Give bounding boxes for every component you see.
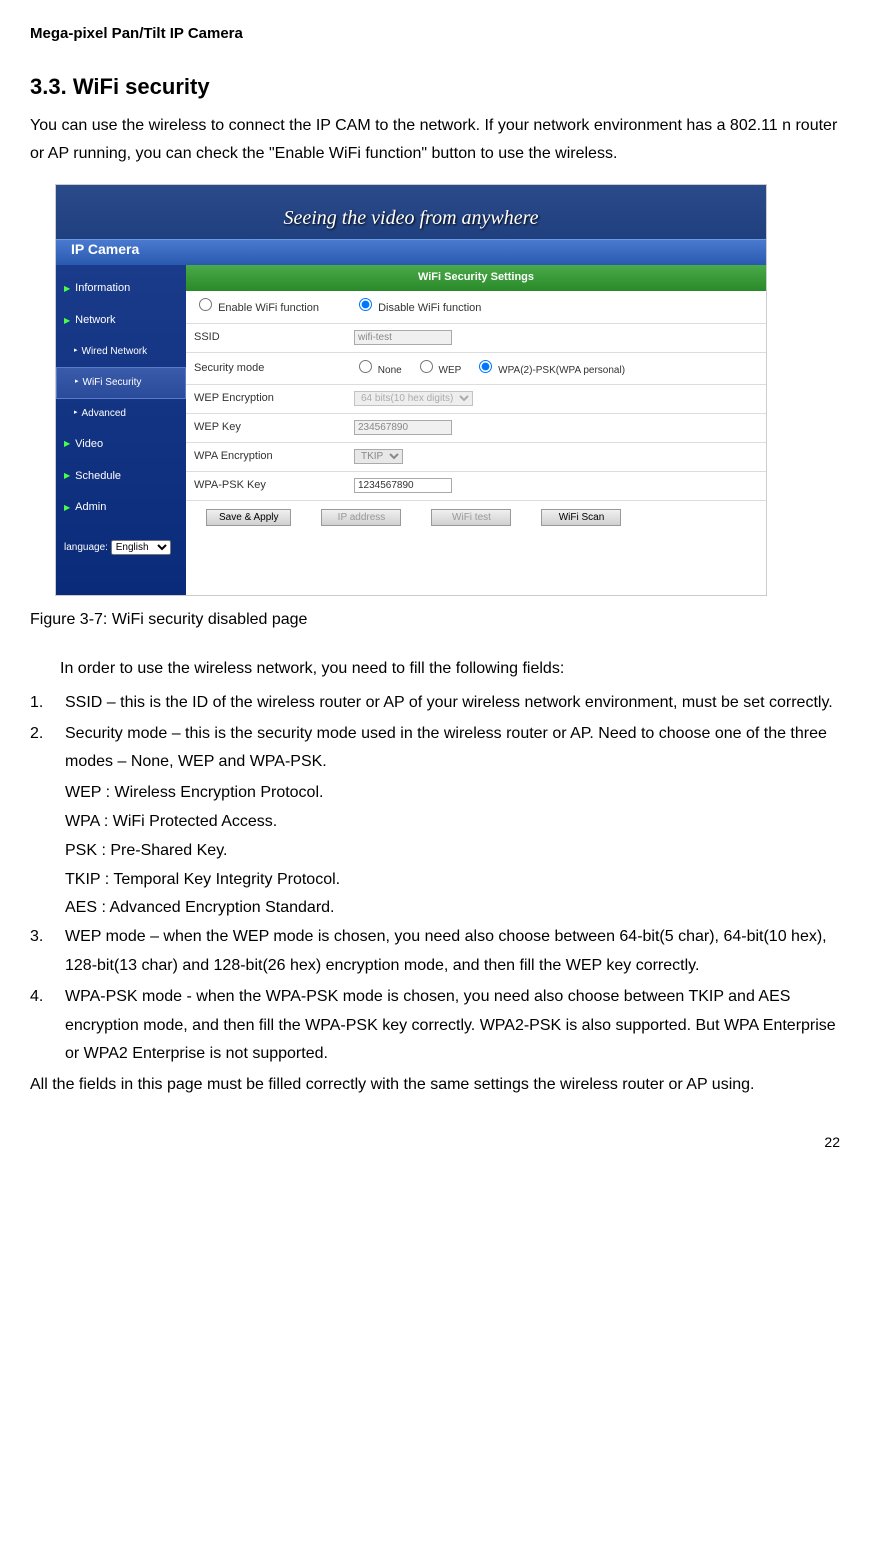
enable-radio[interactable]	[199, 298, 212, 311]
figure-caption: Figure 3-7: WiFi security disabled page	[30, 606, 840, 635]
arrow-icon: ▸	[74, 407, 78, 420]
wifi-test-button[interactable]: WiFi test	[431, 509, 511, 526]
wep-encryption-select[interactable]: 64 bits(10 hex digits)	[354, 391, 473, 406]
wep-encryption-label: WEP Encryption	[194, 389, 354, 409]
wpa-psk-key-input[interactable]	[354, 478, 452, 493]
content-panel: WiFi Security Settings Enable WiFi funct…	[186, 265, 766, 595]
radio-wep[interactable]: WEP	[415, 365, 462, 376]
content-header: WiFi Security Settings	[186, 265, 766, 291]
list-item-4: 4. WPA-PSK mode - when the WPA-PSK mode …	[30, 983, 840, 1069]
ssid-label: SSID	[194, 328, 354, 348]
sidebar-label: Admin	[75, 498, 106, 518]
security-mode-row: Security mode None WEP WPA(2)-PSK(WPA pe…	[186, 353, 766, 386]
wpa-psk-key-label: WPA-PSK Key	[194, 476, 354, 496]
sidebar-label: Network	[75, 311, 115, 331]
sidebar-item-video[interactable]: ▶ Video	[56, 429, 186, 461]
arrow-icon: ▶	[64, 469, 70, 483]
sidebar-label: Video	[75, 435, 103, 455]
arrow-icon: ▶	[64, 282, 70, 296]
save-apply-button[interactable]: Save & Apply	[206, 509, 291, 526]
arrow-icon: ▸	[74, 345, 78, 358]
radio-none[interactable]: None	[354, 365, 402, 376]
sidebar-label: WiFi Security	[83, 374, 142, 392]
button-row: Save & Apply IP address WiFi test WiFi S…	[186, 501, 766, 534]
definition-psk: PSK : Pre-Shared Key.	[65, 837, 840, 866]
item-number: 2.	[30, 720, 65, 778]
ip-address-button[interactable]: IP address	[321, 509, 401, 526]
wpa-psk-key-row: WPA-PSK Key	[186, 472, 766, 501]
wep-key-input[interactable]	[354, 420, 452, 435]
enable-option[interactable]: Enable WiFi function	[194, 295, 354, 319]
sidebar-label: Schedule	[75, 467, 121, 487]
sidebar-item-advanced[interactable]: ▸ Advanced	[56, 399, 186, 429]
section-heading: 3.3. WiFi security	[30, 67, 840, 107]
sidebar: ▶ Information ▶ Network ▸ Wired Network ▸ Wi…	[56, 265, 186, 595]
language-row: language: English	[56, 524, 186, 561]
ssid-row: SSID	[186, 324, 766, 353]
definition-tkip: TKIP : Temporal Key Integrity Protocol.	[65, 866, 840, 895]
wep-key-label: WEP Key	[194, 418, 354, 438]
disable-option[interactable]: Disable WiFi function	[354, 295, 758, 319]
wep-key-row: WEP Key	[186, 414, 766, 443]
sidebar-item-wired[interactable]: ▸ Wired Network	[56, 337, 186, 367]
banner-slogan: Seeing the video from anywhere	[283, 200, 538, 236]
wpa-encryption-select[interactable]: TKIP	[354, 449, 403, 464]
security-mode-options: None WEP WPA(2)-PSK(WPA personal)	[354, 357, 758, 381]
language-label: language:	[64, 542, 108, 553]
wep-encryption-row: WEP Encryption 64 bits(10 hex digits)	[186, 385, 766, 414]
item-number: 1.	[30, 689, 65, 718]
item-number: 4.	[30, 983, 65, 1069]
screenshot-figure: Seeing the video from anywhere IP Camera…	[55, 184, 767, 596]
sidebar-item-information[interactable]: ▶ Information	[56, 273, 186, 305]
language-select[interactable]: English	[111, 540, 171, 555]
intro-paragraph: You can use the wireless to connect the …	[30, 112, 840, 170]
closing-paragraph: All the fields in this page must be fill…	[30, 1071, 840, 1100]
main-area: ▶ Information ▶ Network ▸ Wired Network ▸ Wi…	[56, 265, 766, 595]
definition-wpa: WPA : WiFi Protected Access.	[65, 808, 840, 837]
sidebar-item-admin[interactable]: ▶ Admin	[56, 492, 186, 524]
document-header: Mega-pixel Pan/Tilt IP Camera	[30, 20, 840, 47]
ssid-input[interactable]	[354, 330, 452, 345]
radio-wpa[interactable]: WPA(2)-PSK(WPA personal)	[474, 365, 625, 376]
section-title: WiFi security	[73, 74, 210, 99]
item-text: Security mode – this is the security mod…	[65, 720, 840, 778]
sidebar-item-schedule[interactable]: ▶ Schedule	[56, 461, 186, 493]
arrow-icon: ▶	[64, 501, 70, 515]
wpa-encryption-label: WPA Encryption	[194, 447, 354, 467]
sidebar-item-network[interactable]: ▶ Network	[56, 305, 186, 337]
item-text: WEP mode – when the WEP mode is chosen, …	[65, 923, 840, 981]
page-number: 22	[30, 1130, 840, 1155]
wifi-toggle-row: Enable WiFi function Disable WiFi functi…	[186, 291, 766, 324]
item-text: SSID – this is the ID of the wireless ro…	[65, 689, 840, 718]
wpa-encryption-row: WPA Encryption TKIP	[186, 443, 766, 472]
arrow-icon: ▶	[64, 437, 70, 451]
wifi-scan-button[interactable]: WiFi Scan	[541, 509, 621, 526]
sidebar-label: Information	[75, 279, 130, 299]
section-number: 3.3.	[30, 74, 67, 99]
banner: Seeing the video from anywhere IP Camera	[56, 185, 766, 265]
item-text: WPA-PSK mode - when the WPA-PSK mode is …	[65, 983, 840, 1069]
list-item-3: 3. WEP mode – when the WEP mode is chose…	[30, 923, 840, 981]
sidebar-label: Advanced	[82, 405, 126, 423]
sidebar-item-wifi-security[interactable]: ▸ WiFi Security	[56, 367, 186, 399]
list-item-1: 1. SSID – this is the ID of the wireless…	[30, 689, 840, 718]
arrow-icon: ▶	[64, 314, 70, 328]
list-item-2: 2. Security mode – this is the security …	[30, 720, 840, 778]
list-intro: In order to use the wireless network, yo…	[60, 655, 840, 684]
arrow-icon: ▸	[75, 376, 79, 389]
sidebar-label: Wired Network	[82, 343, 148, 361]
item-number: 3.	[30, 923, 65, 981]
security-mode-label: Security mode	[194, 359, 354, 379]
disable-radio[interactable]	[359, 298, 372, 311]
definition-wep: WEP : Wireless Encryption Protocol.	[65, 779, 840, 808]
definition-aes: AES : Advanced Encryption Standard.	[65, 894, 840, 923]
camera-label: IP Camera	[71, 237, 139, 262]
banner-bottom-bar: IP Camera	[56, 239, 766, 265]
